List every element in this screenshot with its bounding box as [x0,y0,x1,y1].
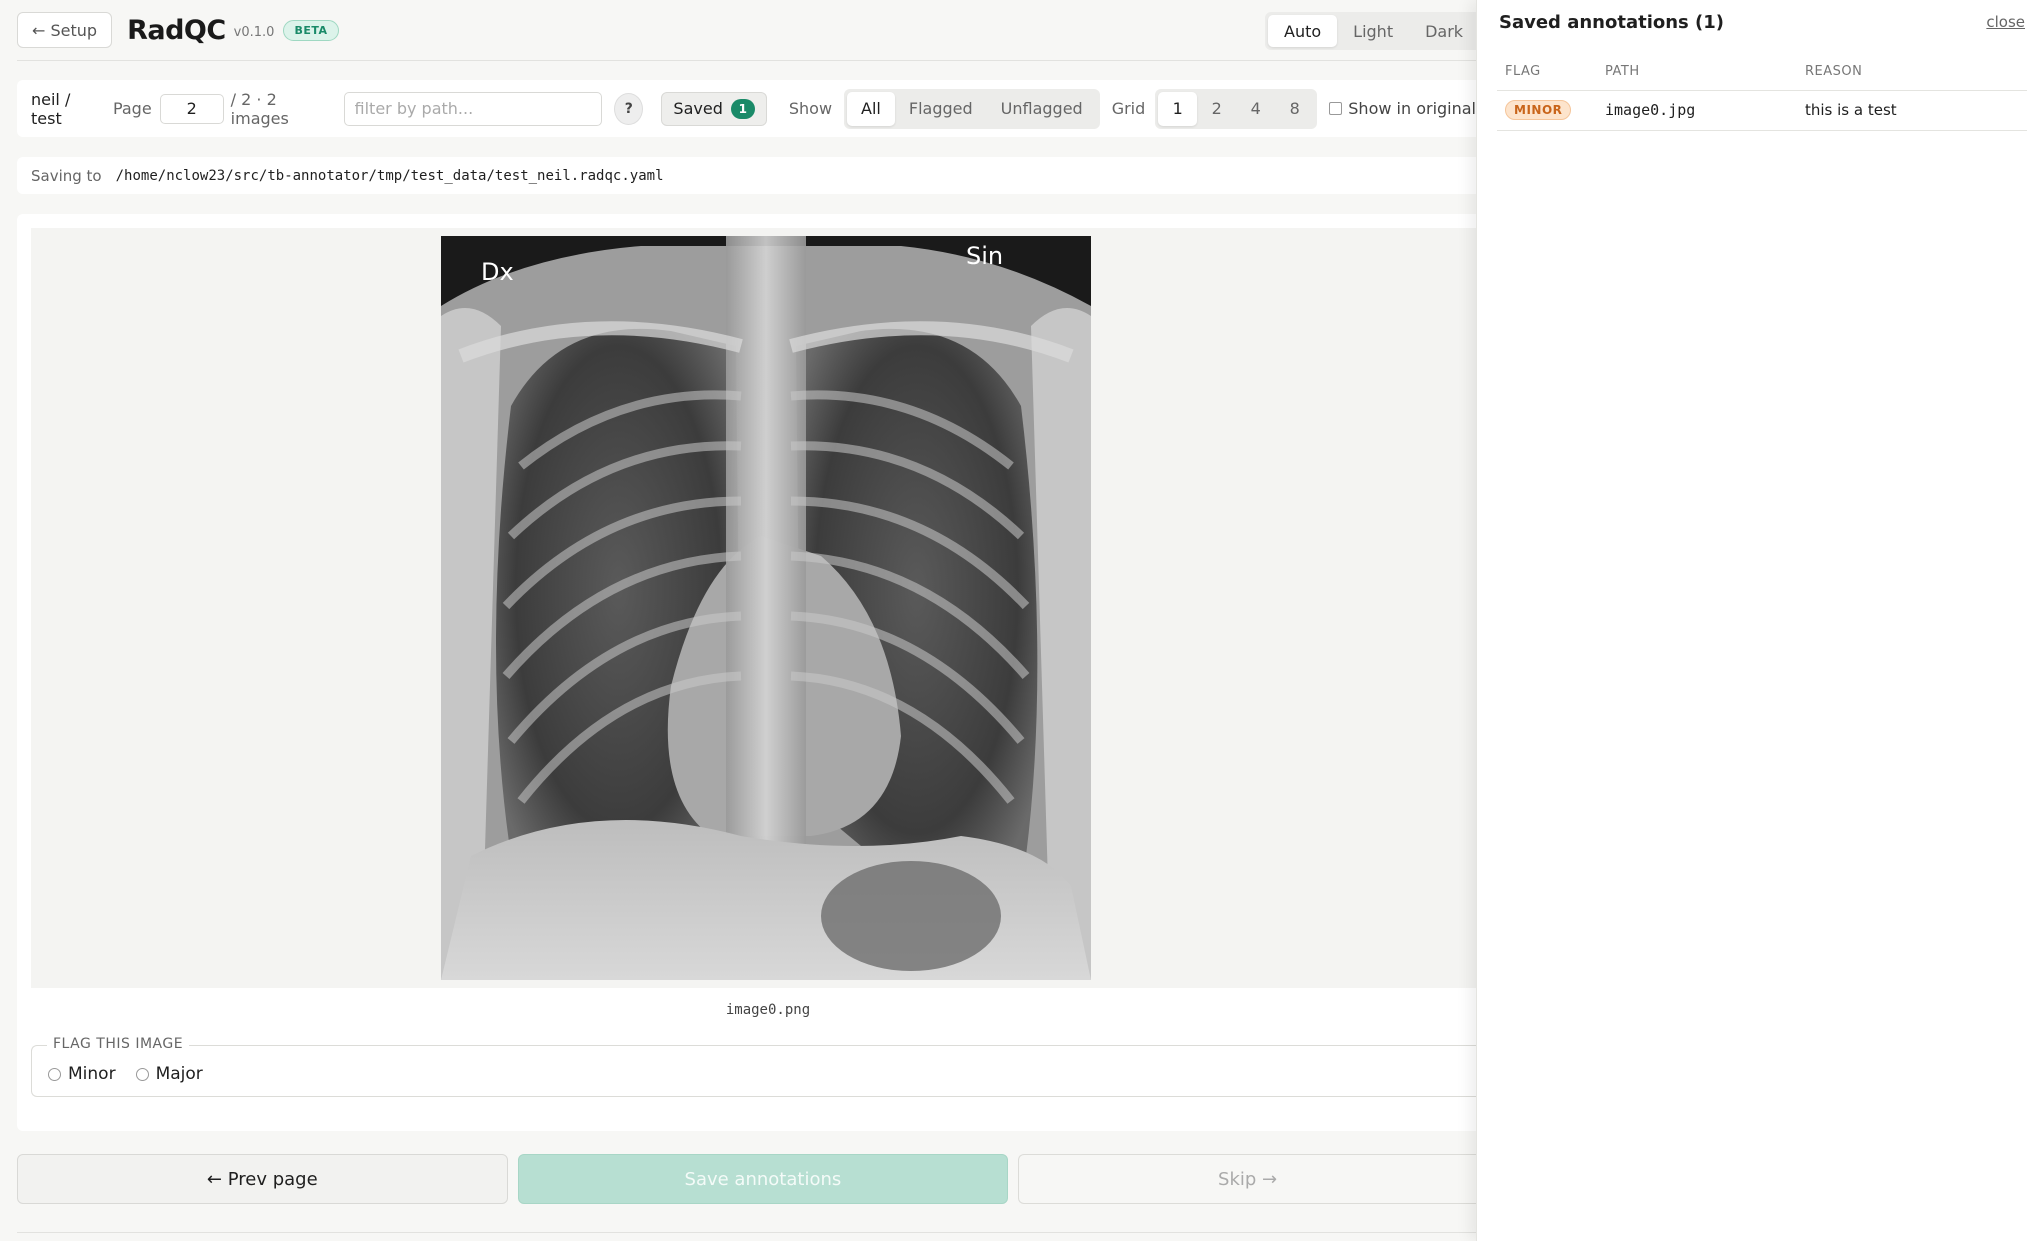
image-panel: Dx Sin image0.png FLAG THIS IMAGE Minor … [17,214,1476,1131]
skip-button[interactable]: Skip → [1018,1154,1476,1204]
save-annotations-button[interactable]: Save annotations [517,1154,1009,1204]
flag-options: Minor Major [48,1064,223,1084]
beta-badge: BETA [283,19,339,41]
theme-switcher: Auto Light Dark [1265,12,1483,50]
setup-back-button[interactable]: ← Setup [17,12,113,48]
flag-option-minor[interactable]: Minor [48,1064,116,1084]
grid-label: Grid [1111,99,1146,118]
saving-path: /home/nclow23/src/tb-annotator/tmp/test_… [115,167,664,184]
panel-title: Saved annotations (1) [1499,12,1725,33]
page-total: / 2 · 2 images [230,89,289,128]
column-header-path: PATH [1597,54,1797,91]
show-option-unflagged[interactable]: Unflagged [987,92,1097,126]
minor-label: Minor [68,1064,116,1084]
annotations-table: FLAG PATH REASON MINOR image0.jpg this i… [1497,54,2027,131]
path-filter-input[interactable] [343,91,603,126]
saving-path-row: Saving to /home/nclow23/src/tb-annotator… [17,157,1476,194]
image-filename: image0.png [725,1002,811,1018]
grid-option-2[interactable]: 2 [1197,92,1236,126]
xray-marker-left: Dx [481,258,514,286]
saved-annotations-panel: Saved annotations (1) close FLAG PATH RE… [1476,0,2027,1241]
minor-radio[interactable] [48,1067,61,1081]
toolbar: neil / test Page / 2 · 2 images ? Saved … [17,80,1476,137]
major-label: Major [155,1064,203,1084]
show-original-checkbox[interactable] [1329,102,1343,115]
minor-flag-badge: MINOR [1505,100,1572,120]
column-header-reason: REASON [1797,54,2027,91]
flag-legend: FLAG THIS IMAGE [47,1036,190,1052]
grid-option-1[interactable]: 1 [1158,91,1198,126]
theme-option-light[interactable]: Light [1337,15,1409,47]
help-button[interactable]: ? [614,92,644,125]
chest-xray-image[interactable]: Dx Sin [441,236,1091,980]
row-reason-cell: this is a test [1797,90,2027,131]
flag-option-major[interactable]: Major [135,1064,203,1084]
app-version: v0.1.0 [233,24,275,40]
top-bar: ← Setup RadQC v0.1.0 BETA Auto Light Dar… [17,12,1483,50]
main-app: ← Setup RadQC v0.1.0 BETA Auto Light Dar… [0,0,1483,1241]
show-original-label: Show in original [1348,99,1476,118]
grid-option-8[interactable]: 8 [1275,92,1314,126]
show-original-toggle[interactable]: Show in original [1329,99,1476,118]
theme-option-auto[interactable]: Auto [1268,15,1338,47]
top-divider [17,60,1476,61]
table-header-row: FLAG PATH REASON [1497,54,2027,91]
grid-size-switcher: 1 2 4 8 [1155,88,1318,129]
show-filter-label: Show [788,99,833,118]
theme-option-dark[interactable]: Dark [1409,15,1479,47]
prev-page-button[interactable]: ← Prev page [17,1154,508,1204]
saved-label: Saved [673,99,723,118]
bottom-divider [17,1232,1476,1233]
xray-marker-right: Sin [966,242,1003,270]
table-row[interactable]: MINOR image0.jpg this is a test [1497,90,2027,131]
row-path-cell: image0.jpg [1597,90,1797,131]
close-panel-link[interactable]: close [1986,13,2025,31]
show-option-flagged[interactable]: Flagged [895,92,987,126]
page-actions: ← Prev page Save annotations Skip → [17,1154,1476,1204]
show-filter-switcher: All Flagged Unflagged [844,88,1100,129]
column-header-flag: FLAG [1497,54,1597,91]
saving-label: Saving to [31,166,102,185]
saved-annotations-button[interactable]: Saved 1 [661,91,767,126]
page-number-input[interactable] [159,93,224,124]
page-label: Page [112,99,152,118]
grid-option-4[interactable]: 4 [1236,92,1275,126]
saved-count-badge: 1 [730,98,755,119]
row-flag-cell: MINOR [1497,90,1597,131]
image-viewer: Dx Sin [31,228,1476,988]
project-name: neil / test [31,89,71,128]
flag-image-fieldset: FLAG THIS IMAGE Minor Major [31,1036,1476,1097]
show-option-all[interactable]: All [847,91,895,126]
major-radio[interactable] [135,1067,149,1081]
app-brand: RadQC [127,14,226,46]
